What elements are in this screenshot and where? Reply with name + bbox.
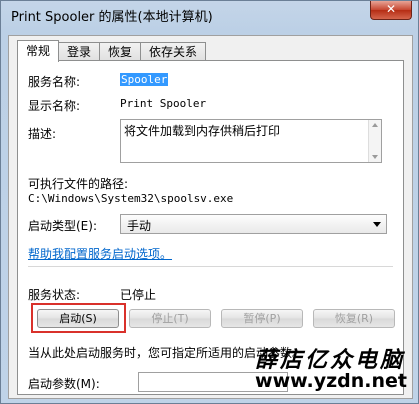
service-name-value[interactable]: Spooler [120, 73, 169, 86]
close-button[interactable]: ✕ [370, 1, 412, 20]
tab-logon[interactable]: 登录 [58, 42, 101, 61]
stop-button[interactable]: 停止(T) [129, 309, 211, 328]
service-status-label: 服务状态: [28, 288, 81, 302]
divider [28, 266, 393, 267]
close-icon: ✕ [385, 2, 397, 16]
description-scrollbar[interactable] [368, 120, 381, 162]
tab-recovery[interactable]: 恢复 [99, 42, 142, 61]
description-text: 将文件加载到内存供稍后打印 [124, 124, 281, 138]
start-button[interactable]: 启动(S) [37, 309, 119, 328]
description-box[interactable]: 将文件加载到内存供稍后打印 [120, 119, 382, 163]
resume-button[interactable]: 恢复(R) [313, 309, 395, 328]
service-name-label: 服务名称: [28, 75, 81, 89]
startup-type-label: 启动类型(E): [28, 219, 97, 233]
chevron-down-icon [373, 222, 381, 227]
startup-type-value: 手动 [127, 219, 152, 233]
description-label: 描述: [28, 127, 57, 141]
service-status-value: 已停止 [120, 288, 157, 302]
display-name-label: 显示名称: [28, 99, 81, 113]
service-name-text: Spooler [120, 73, 169, 86]
exe-path-label: 可执行文件的路径: [28, 177, 129, 191]
tab-dependencies[interactable]: 依存关系 [140, 42, 207, 61]
window-title: Print Spooler 的属性(本地计算机) [11, 10, 213, 25]
help-link[interactable]: 帮助我配置服务启动选项。 [28, 245, 172, 262]
start-params-label: 启动参数(M): [28, 377, 100, 391]
pause-button[interactable]: 暂停(P) [221, 309, 303, 328]
startup-type-dropdown[interactable]: 手动 [120, 214, 387, 234]
display-name-value: Print Spooler [120, 97, 207, 110]
title-bar[interactable]: Print Spooler 的属性(本地计算机) ✕ [1, 1, 418, 29]
watermark-url: www.yzdn.net [255, 370, 407, 392]
tab-general[interactable]: 常规 [17, 40, 60, 62]
tab-strip: 常规 登录 恢复 依存关系 [17, 40, 207, 62]
exe-path-value: C:\Windows\System32\spoolsv.exe [28, 192, 234, 205]
